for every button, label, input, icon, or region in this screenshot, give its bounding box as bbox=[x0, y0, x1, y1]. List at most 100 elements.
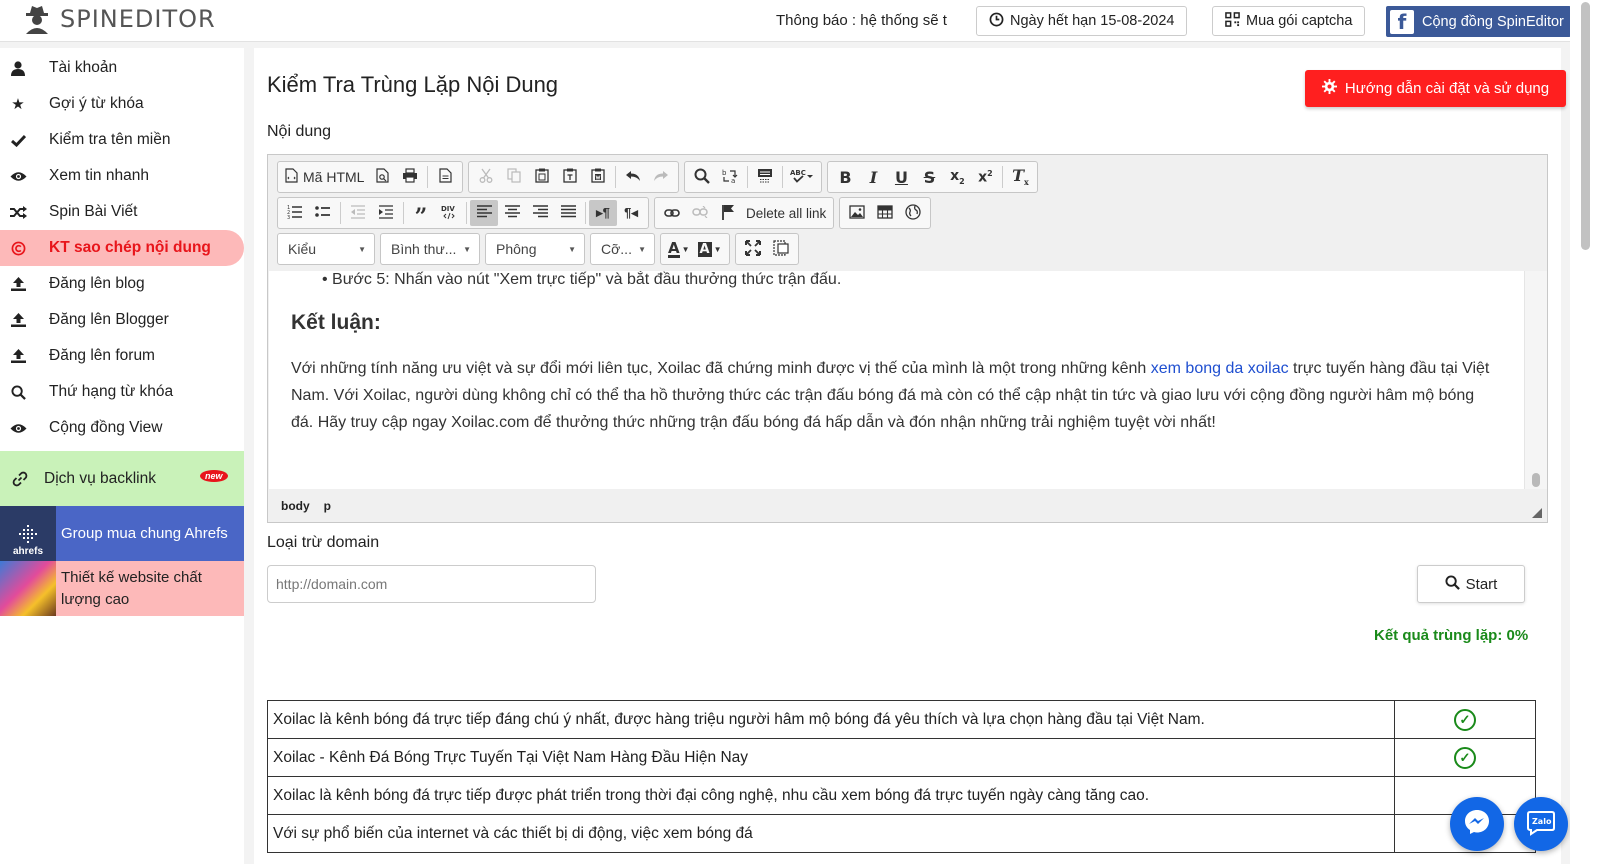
sidebar-item-community-view[interactable]: Cộng đồng View bbox=[0, 410, 244, 446]
ltr-button[interactable]: ▸¶ bbox=[589, 200, 617, 226]
sidebar-item-quick-news[interactable]: Xem tin nhanh bbox=[0, 158, 244, 194]
start-button[interactable]: Start bbox=[1417, 565, 1525, 603]
templates-button[interactable] bbox=[431, 164, 459, 190]
zalo-chat-button[interactable]: Zalo bbox=[1514, 797, 1568, 851]
sidebar-item-website-design[interactable]: Thiết kế website chất lượng cao bbox=[0, 561, 244, 616]
link-icon bbox=[12, 471, 28, 487]
select-all-button[interactable] bbox=[751, 164, 779, 190]
subscript-button[interactable]: x2 bbox=[943, 164, 971, 190]
copy-button[interactable] bbox=[500, 164, 528, 190]
replace-button[interactable]: ba bbox=[716, 164, 744, 190]
paste-text-button[interactable] bbox=[556, 164, 584, 190]
align-center-button[interactable] bbox=[498, 200, 526, 226]
sidebar-item-post-forum[interactable]: Đăng lên forum bbox=[0, 338, 244, 374]
exclude-domain-input[interactable] bbox=[267, 565, 596, 603]
text-color-button[interactable]: A ▼ bbox=[664, 236, 694, 262]
underline-button[interactable]: U bbox=[887, 164, 915, 190]
bold-button[interactable]: B bbox=[831, 164, 859, 190]
find-button[interactable] bbox=[688, 164, 716, 190]
check-circle-icon: ✓ bbox=[1454, 746, 1476, 769]
delete-all-links-button[interactable]: Delete all link bbox=[742, 200, 830, 226]
toolbar-separator bbox=[1002, 166, 1004, 188]
content-link[interactable]: xem bong da xoilac bbox=[1151, 360, 1289, 377]
background-color-button[interactable]: A ▼ bbox=[694, 236, 726, 262]
table-row: Xoilac là kênh bóng đá trực tiếp được ph… bbox=[267, 776, 1536, 815]
blockquote-button[interactable]: ” bbox=[407, 200, 435, 228]
align-left-button[interactable] bbox=[470, 200, 498, 226]
format-dropdown[interactable]: Bình thư... ▼ bbox=[380, 233, 480, 265]
anchor-button[interactable] bbox=[714, 200, 742, 226]
justify-button[interactable] bbox=[554, 200, 582, 226]
toolbar-group-basicstyles: B I U S x2 x2 Tx bbox=[827, 161, 1039, 193]
style-dropdown[interactable]: Kiểu ▼ bbox=[277, 233, 375, 265]
sidebar-item-domain-check[interactable]: Kiểm tra tên miền bbox=[0, 122, 244, 158]
maximize-button[interactable] bbox=[739, 236, 767, 262]
select-all-icon bbox=[757, 168, 773, 186]
image-button[interactable] bbox=[843, 200, 871, 226]
sidebar-item-backlink[interactable]: Dịch vụ backlink new bbox=[0, 451, 244, 506]
buy-captcha-button[interactable]: Mua gói captcha bbox=[1212, 6, 1366, 36]
underline-icon: U bbox=[894, 167, 908, 187]
link-button[interactable] bbox=[658, 200, 686, 226]
sidebar-item-post-blog[interactable]: Đăng lên blog bbox=[0, 266, 244, 302]
text-color-icon: A ▼ bbox=[668, 238, 690, 258]
cut-button[interactable] bbox=[472, 164, 500, 190]
remove-format-button[interactable]: Tx bbox=[1006, 164, 1034, 190]
editor-content-area[interactable]: • Bước 5: Nhấn vào nút "Xem trực tiếp" v… bbox=[269, 271, 1524, 489]
path-p[interactable]: p bbox=[324, 499, 331, 513]
paste-button[interactable] bbox=[528, 164, 556, 190]
spellcheck-button[interactable]: ABC bbox=[786, 164, 818, 190]
new-badge: new bbox=[200, 470, 228, 482]
ahrefs-label: Group mua chung Ahrefs bbox=[61, 525, 228, 542]
page-scrollbar-thumb[interactable] bbox=[1581, 2, 1590, 250]
align-right-button[interactable] bbox=[526, 200, 554, 226]
redo-button[interactable] bbox=[647, 164, 675, 190]
outdent-button[interactable] bbox=[344, 200, 372, 226]
numbered-list-button[interactable]: 123 bbox=[281, 200, 309, 226]
editor-element-path: body p bbox=[269, 490, 1546, 522]
paste-word-button[interactable] bbox=[584, 164, 612, 190]
font-size-dropdown[interactable]: Cỡ... ▼ bbox=[590, 233, 655, 265]
indent-button[interactable] bbox=[372, 200, 400, 226]
sidebar-item-keyword-rank[interactable]: Thứ hạng từ khóa bbox=[0, 374, 244, 410]
undo-button[interactable] bbox=[619, 164, 647, 190]
duplicate-result: Kết quả trùng lặp: 0% bbox=[1374, 627, 1529, 644]
preview-button[interactable] bbox=[368, 164, 396, 190]
rtl-button[interactable]: ¶◂ bbox=[617, 200, 645, 226]
sidebar-item-spin-article[interactable]: Spin Bài Viết bbox=[0, 194, 244, 230]
source-html-button[interactable]: Mã HTML bbox=[281, 164, 368, 190]
editor-scrollbar-thumb[interactable] bbox=[1532, 473, 1540, 487]
guide-button[interactable]: Hướng dẫn cài đặt và sử dụng bbox=[1305, 70, 1566, 107]
create-div-button[interactable]: DIV bbox=[435, 200, 463, 226]
sidebar-item-ahrefs-group[interactable]: ahrefs Group mua chung Ahrefs bbox=[0, 506, 244, 561]
sidebar-item-keyword-suggest[interactable]: ★ Gợi ý từ khóa bbox=[0, 86, 244, 122]
font-size-dropdown-value: Cỡ... bbox=[601, 241, 632, 257]
sidebar-item-account[interactable]: Tài khoản bbox=[0, 50, 244, 86]
table-button[interactable] bbox=[871, 200, 899, 226]
editor-scrollbar[interactable] bbox=[1524, 271, 1547, 489]
sidebar-item-copy-check[interactable]: KT sao chép nội dung bbox=[0, 230, 244, 266]
community-facebook-button[interactable]: f Cộng đồng SpinEditor bbox=[1386, 6, 1571, 37]
sidebar-item-post-blogger[interactable]: Đăng lên Blogger bbox=[0, 302, 244, 338]
show-blocks-button[interactable] bbox=[767, 236, 795, 262]
bulleted-list-button[interactable] bbox=[309, 200, 337, 226]
path-body[interactable]: body bbox=[281, 499, 310, 513]
logo[interactable]: SPINEDITOR bbox=[24, 4, 216, 34]
messenger-chat-button[interactable] bbox=[1450, 797, 1504, 851]
svg-text:b: b bbox=[722, 169, 727, 177]
print-button[interactable] bbox=[396, 164, 424, 190]
bold-icon: B bbox=[839, 167, 852, 187]
align-right-icon bbox=[532, 205, 548, 221]
strikethrough-button[interactable]: S bbox=[915, 164, 943, 190]
resize-handle[interactable] bbox=[1532, 508, 1542, 518]
spy-logo-icon bbox=[24, 4, 50, 34]
iframe-button[interactable] bbox=[899, 200, 927, 226]
community-label: Cộng đồng SpinEditor bbox=[1422, 13, 1564, 30]
italic-button[interactable]: I bbox=[859, 164, 887, 190]
unlink-button[interactable] bbox=[686, 200, 714, 226]
superscript-button[interactable]: x2 bbox=[971, 164, 999, 190]
page-scrollbar[interactable] bbox=[1570, 0, 1600, 864]
font-dropdown[interactable]: Phông ▼ bbox=[485, 233, 585, 265]
logo-text: SPINEDITOR bbox=[60, 5, 216, 33]
expiry-button[interactable]: Ngày hết hạn 15-08-2024 bbox=[976, 6, 1188, 36]
